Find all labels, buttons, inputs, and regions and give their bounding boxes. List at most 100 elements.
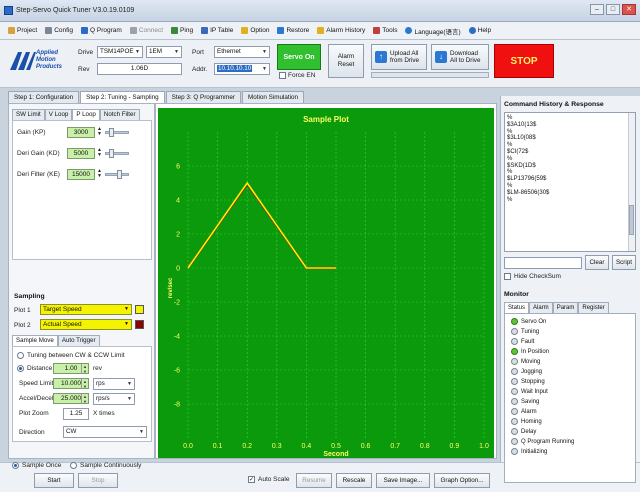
menu-item-7[interactable]: Restore [277, 27, 309, 34]
tab-status[interactable]: Status [504, 302, 530, 313]
gain-kp-slider-handle[interactable] [109, 128, 114, 137]
direction-select[interactable]: CW ▼ [63, 426, 147, 438]
x-tick-label: 0.8 [420, 443, 430, 450]
gain-ke-field[interactable]: 15000 [67, 169, 95, 180]
tab-alarm[interactable]: Alarm [529, 302, 553, 313]
tab-sample-move[interactable]: Sample Move [12, 335, 58, 346]
distance-radio[interactable] [17, 365, 24, 372]
plot2-select[interactable]: Actual Speed ▼ [40, 319, 132, 330]
menu-item-0[interactable]: Project [8, 27, 37, 34]
menu-item-4[interactable]: Ping [171, 27, 193, 34]
command-history-box[interactable]: % $3A10(13$% $3L10(08$% $CI(72$% $SKD(1D$% $L… [504, 112, 636, 252]
maximize-button[interactable]: □ [606, 4, 620, 15]
script-button[interactable]: Script [612, 255, 636, 270]
tab-auto-trigger[interactable]: Auto Trigger [57, 335, 100, 346]
plot-zoom-field[interactable]: 1.25 [63, 408, 89, 420]
menu-item-6[interactable]: Option [241, 27, 269, 34]
resume-button[interactable]: Resume [296, 473, 332, 488]
tab-register[interactable]: Register [578, 302, 609, 313]
monitor-item: Saving [511, 397, 635, 407]
command-history-scrollbar[interactable] [628, 113, 635, 251]
drive-select[interactable]: TSM14POE ▼ [97, 46, 143, 58]
sample-once-radio[interactable] [12, 462, 19, 469]
monitor-item-label: Q Program Running [521, 439, 575, 445]
connect-icon [129, 27, 137, 34]
plot2-color-swatch[interactable] [135, 320, 144, 329]
logo-text-3: Products [36, 64, 63, 70]
auto-scale-checkbox[interactable]: ✓ [248, 476, 255, 483]
menu-item-10[interactable]: Language(语言) [405, 26, 461, 36]
minimize-button[interactable]: – [590, 4, 604, 15]
speed-limit-field[interactable]: 10.000 ▲ ▼ [53, 378, 89, 389]
tab-param[interactable]: Param [552, 302, 579, 313]
tab-p-loop[interactable]: P Loop [72, 109, 100, 120]
monitor-item: Stopping [511, 377, 635, 387]
gain-kd-slider-handle[interactable] [109, 149, 114, 158]
rescale-button[interactable]: Rescale [336, 473, 372, 488]
accel-field[interactable]: 25.000 ▲ ▼ [53, 393, 89, 404]
tab-v-loop[interactable]: V Loop [44, 109, 73, 120]
hide-checksum-checkbox[interactable] [504, 273, 511, 280]
distance-spinner[interactable]: ▲ ▼ [81, 364, 88, 374]
plot1-color-swatch[interactable] [135, 305, 144, 314]
command-input[interactable] [504, 257, 582, 269]
accel-spinner[interactable]: ▲ ▼ [81, 394, 88, 404]
menu-item-5[interactable]: IP Table [201, 27, 233, 34]
upload-all-button[interactable]: ↑ Upload All from Drive [371, 44, 427, 70]
close-button[interactable]: ✕ [622, 4, 636, 15]
x-tick-label: 0.4 [302, 443, 312, 450]
tab-configuration[interactable]: Step 1: Configuration [8, 91, 80, 103]
speed-unit-select[interactable]: rps ▼ [93, 378, 135, 390]
addr-select[interactable]: 10.10.10.10 ▼ [214, 63, 270, 75]
chevron-down-icon: ▼ [262, 49, 267, 55]
gain-kp-field[interactable]: 3000 [67, 127, 95, 138]
download-all-button[interactable]: ↓ Download All to Drive [431, 44, 489, 70]
menu-item-3[interactable]: Connect [129, 27, 163, 34]
alarm-reset-button[interactable]: Alarm Reset [328, 44, 364, 78]
menu-item-2[interactable]: Q Program [81, 27, 122, 34]
drive-suffix-select[interactable]: 1EM ▼ [146, 46, 182, 58]
scrollbar-thumb[interactable] [629, 205, 634, 235]
speed-spinner[interactable]: ▲ ▼ [81, 379, 88, 389]
tab-notch-filter[interactable]: Notch Filter [99, 109, 140, 120]
plot1-select[interactable]: Target Speed ▼ [40, 304, 132, 315]
gain-ke-spinner[interactable]: ▲ ▼ [97, 169, 102, 179]
force-en-checkbox[interactable] [279, 72, 286, 79]
command-line: % [507, 169, 513, 176]
accel-unit-select[interactable]: rps/s ▼ [93, 393, 135, 405]
menu-label: Project [17, 27, 38, 34]
tab-q-programmer[interactable]: Step 3: Q Programmer [165, 91, 241, 103]
speed-limit-label: Speed Limit [19, 380, 54, 387]
gain-kd-field[interactable]: 5000 [67, 148, 95, 159]
menu-item-1[interactable]: Config [45, 27, 73, 34]
sample-continuously-radio[interactable] [70, 462, 77, 469]
auto-scale-label: Auto Scale [258, 476, 290, 483]
distance-field[interactable]: 1.00 ▲ ▼ [53, 363, 89, 374]
menu-item-9[interactable]: Tools [373, 27, 397, 34]
port-select[interactable]: Ethernet ▼ [214, 46, 270, 58]
graph-option-button[interactable]: Graph Option... [434, 473, 490, 488]
clear-button[interactable]: Clear [585, 255, 609, 270]
command-line: $3A10(13$ [507, 121, 537, 128]
gain-kp-spinner[interactable]: ▲ ▼ [97, 127, 102, 137]
save-image-button[interactable]: Save Image... [376, 473, 430, 488]
x-tick-label: 0.9 [450, 443, 460, 450]
gain-kd-spinner[interactable]: ▲ ▼ [97, 148, 102, 158]
tab-motion-simulation[interactable]: Motion Simulation [241, 91, 305, 103]
chart-y-axis-label: rev/sec [168, 277, 174, 298]
stop-sampling-button[interactable]: Stop [78, 473, 118, 488]
start-button[interactable]: Start [34, 473, 74, 488]
monitor-item: Q Program Running [511, 437, 635, 447]
tab-sw-limit[interactable]: SW Limit [12, 109, 45, 120]
alarm-reset-label-2: Reset [337, 61, 355, 68]
gain-ke-slider-handle[interactable] [117, 170, 122, 179]
menu-item-11[interactable]: Help [468, 27, 491, 34]
tuning-limit-radio[interactable] [17, 352, 24, 359]
servo-on-button[interactable]: Servo On [277, 44, 321, 70]
plot1-label: Plot 1 [14, 307, 31, 314]
stop-button[interactable]: STOP [494, 44, 554, 78]
menu-item-8[interactable]: Alarm History [317, 27, 365, 34]
upload-label-2: from Drive [390, 57, 420, 64]
monitor-item-label: Fault [521, 339, 535, 345]
menu-label: Tools [382, 27, 398, 34]
